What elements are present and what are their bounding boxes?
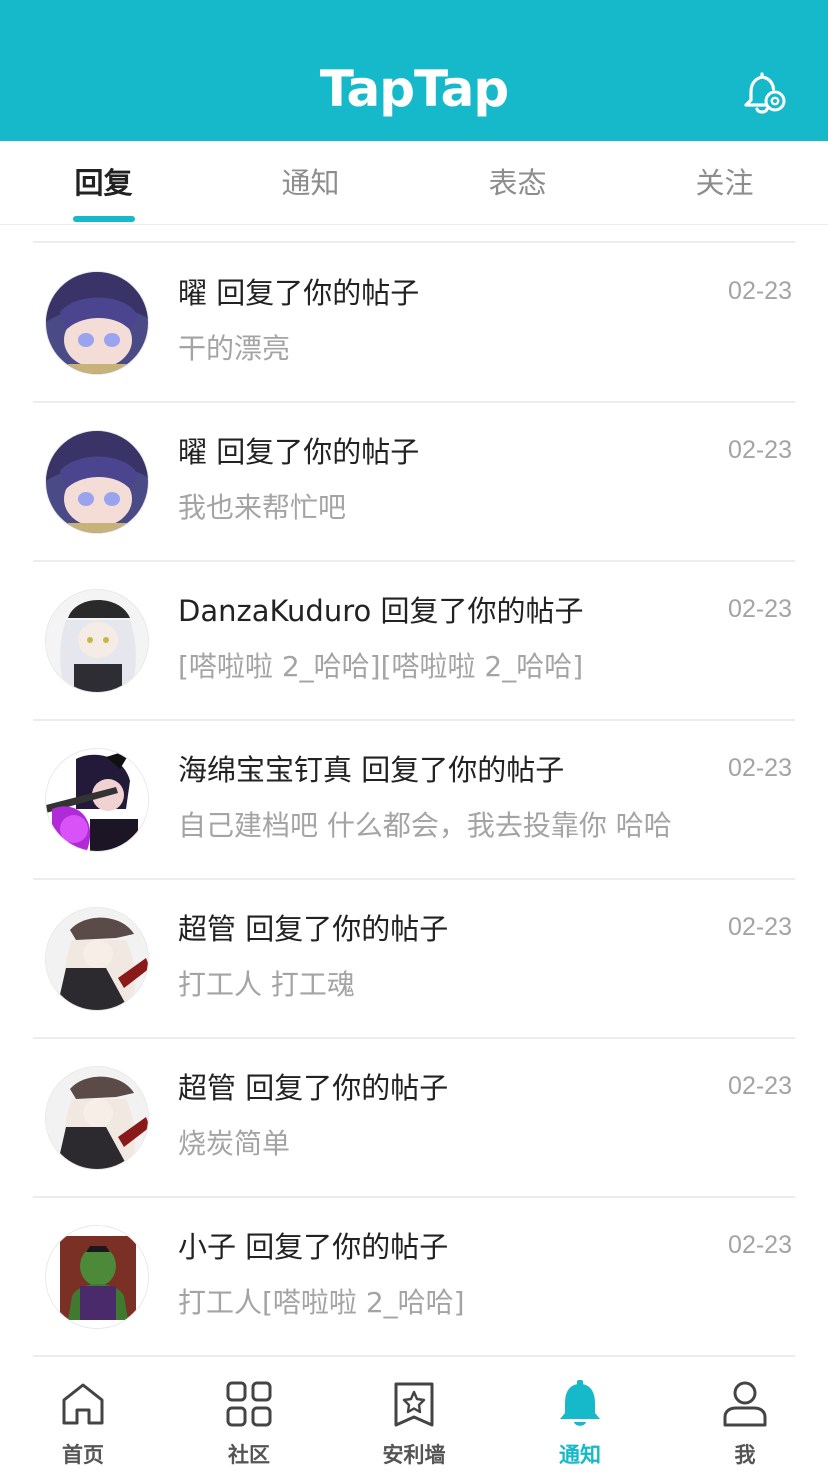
avatar[interactable] bbox=[45, 589, 149, 693]
avatar[interactable] bbox=[45, 907, 149, 1011]
tab-active-indicator bbox=[73, 216, 135, 222]
avatar[interactable] bbox=[45, 271, 149, 375]
notification-date: 02-23 bbox=[728, 754, 792, 782]
notification-title: 超管 回复了你的帖子 bbox=[178, 912, 449, 946]
notification-title: 曜 回复了你的帖子 bbox=[178, 435, 420, 469]
list-item[interactable]: 小子 回复了你的帖子 02-23 打工人[嗒啦啦 2_哈哈] bbox=[0, 1197, 828, 1355]
notification-title: DanzaKuduro 回复了你的帖子 bbox=[178, 594, 584, 628]
tab-replies[interactable]: 回复 bbox=[0, 141, 207, 225]
tab-bar: 回复 通知 表态 关注 bbox=[0, 141, 828, 225]
notification-body: 我也来帮忙吧 bbox=[178, 491, 347, 524]
notification-date: 02-23 bbox=[728, 277, 792, 305]
nav-label: 社区 bbox=[228, 1443, 270, 1467]
nav-label: 安利墙 bbox=[382, 1443, 446, 1467]
nav-label: 我 bbox=[734, 1443, 756, 1467]
notification-title: 海绵宝宝钉真 回复了你的帖子 bbox=[178, 753, 565, 787]
bell-settings-icon[interactable] bbox=[740, 68, 790, 116]
list-item[interactable]: 曜 回复了你的帖子 02-23 干的漂亮 bbox=[0, 243, 828, 401]
notification-body: 打工人[嗒啦啦 2_哈哈] bbox=[178, 1286, 465, 1319]
nav-label: 首页 bbox=[62, 1443, 104, 1467]
nav-label: 通知 bbox=[559, 1443, 601, 1467]
notification-body: 自己建档吧 什么都会，我去投靠你 哈哈 bbox=[178, 809, 672, 842]
taptap-logo: TapTap bbox=[319, 60, 509, 118]
list-item[interactable]: 超管 回复了你的帖子 02-23 烧炭简单 bbox=[0, 1038, 828, 1196]
nav-me[interactable]: 我 bbox=[662, 1363, 828, 1473]
nav-home[interactable]: 首页 bbox=[0, 1363, 166, 1473]
notification-date: 02-23 bbox=[728, 913, 792, 941]
notification-body: 烧炭简单 bbox=[178, 1127, 291, 1160]
list-item[interactable]: 海绵宝宝钉真 回复了你的帖子 02-23 自己建档吧 什么都会，我去投靠你 哈哈 bbox=[0, 720, 828, 878]
nav-community[interactable]: 社区 bbox=[166, 1363, 332, 1473]
notification-title: 曜 回复了你的帖子 bbox=[178, 276, 420, 310]
user-icon bbox=[720, 1379, 770, 1429]
nav-recommend-wall[interactable]: 安利墙 bbox=[331, 1363, 497, 1473]
tab-reactions[interactable]: 表态 bbox=[414, 141, 621, 225]
avatar[interactable] bbox=[45, 1225, 149, 1329]
notification-title: 小子 回复了你的帖子 bbox=[178, 1230, 449, 1264]
list-item[interactable]: 曜 回复了你的帖子 02-23 我也来帮忙吧 bbox=[0, 402, 828, 560]
notification-body: 干的漂亮 bbox=[178, 332, 291, 365]
nav-notifications[interactable]: 通知 bbox=[497, 1363, 663, 1473]
notification-body: [嗒啦啦 2_哈哈][嗒啦啦 2_哈哈] bbox=[178, 650, 584, 683]
bottom-nav: 首页 社区 安利墙 通知 我 bbox=[0, 1363, 828, 1473]
app-header: TapTap bbox=[0, 0, 828, 141]
bookmark-star-icon bbox=[389, 1379, 439, 1429]
notification-date: 02-23 bbox=[728, 436, 792, 464]
list-item[interactable]: 超管 回复了你的帖子 02-23 打工人 打工魂 bbox=[0, 879, 828, 1037]
notification-date: 02-23 bbox=[728, 595, 792, 623]
home-icon bbox=[58, 1379, 108, 1429]
avatar[interactable] bbox=[45, 748, 149, 852]
notification-body: 打工人 打工魂 bbox=[178, 968, 355, 1001]
notification-title: 超管 回复了你的帖子 bbox=[178, 1071, 449, 1105]
list-item[interactable]: DanzaKuduro 回复了你的帖子 02-23 [嗒啦啦 2_哈哈][嗒啦啦… bbox=[0, 561, 828, 719]
notification-date: 02-23 bbox=[728, 1231, 792, 1259]
tab-notices[interactable]: 通知 bbox=[207, 141, 414, 225]
notification-date: 02-23 bbox=[728, 1072, 792, 1100]
bell-icon bbox=[555, 1379, 605, 1429]
grid-icon bbox=[224, 1379, 274, 1429]
tab-follows[interactable]: 关注 bbox=[621, 141, 828, 225]
divider bbox=[33, 1355, 795, 1357]
avatar[interactable] bbox=[45, 1066, 149, 1170]
avatar[interactable] bbox=[45, 430, 149, 534]
